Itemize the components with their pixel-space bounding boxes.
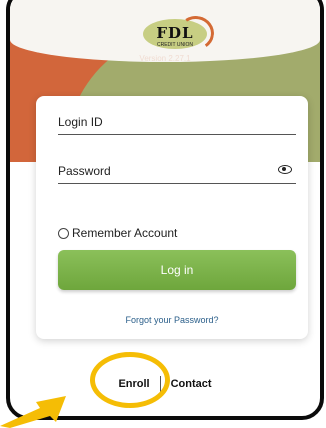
arrow-icon bbox=[0, 396, 66, 428]
version-label: Version 2.27.1 bbox=[139, 54, 191, 63]
forgot-password-link[interactable]: Forgot your Password? bbox=[36, 315, 308, 325]
login-card: Remember Account Log in Forgot your Pass… bbox=[36, 96, 308, 339]
eye-icon[interactable] bbox=[278, 165, 292, 174]
logo: FDL CREDIT UNION bbox=[140, 13, 217, 53]
remember-radio[interactable] bbox=[58, 227, 69, 239]
phone-frame: FDL CREDIT UNION Version 2.27.1 Remember… bbox=[6, 0, 324, 420]
password-input[interactable] bbox=[58, 159, 258, 183]
logo-text: FDL bbox=[156, 24, 194, 42]
remember-account-option[interactable]: Remember Account bbox=[58, 226, 177, 240]
password-field bbox=[58, 159, 296, 184]
contact-link[interactable]: Contact bbox=[171, 378, 212, 390]
remember-label: Remember Account bbox=[72, 226, 178, 240]
login-id-input[interactable] bbox=[58, 110, 258, 134]
highlight-circle bbox=[90, 352, 170, 408]
login-button[interactable]: Log in bbox=[58, 250, 296, 290]
login-id-field bbox=[58, 110, 296, 135]
logo-subtext: CREDIT UNION bbox=[156, 42, 194, 48]
